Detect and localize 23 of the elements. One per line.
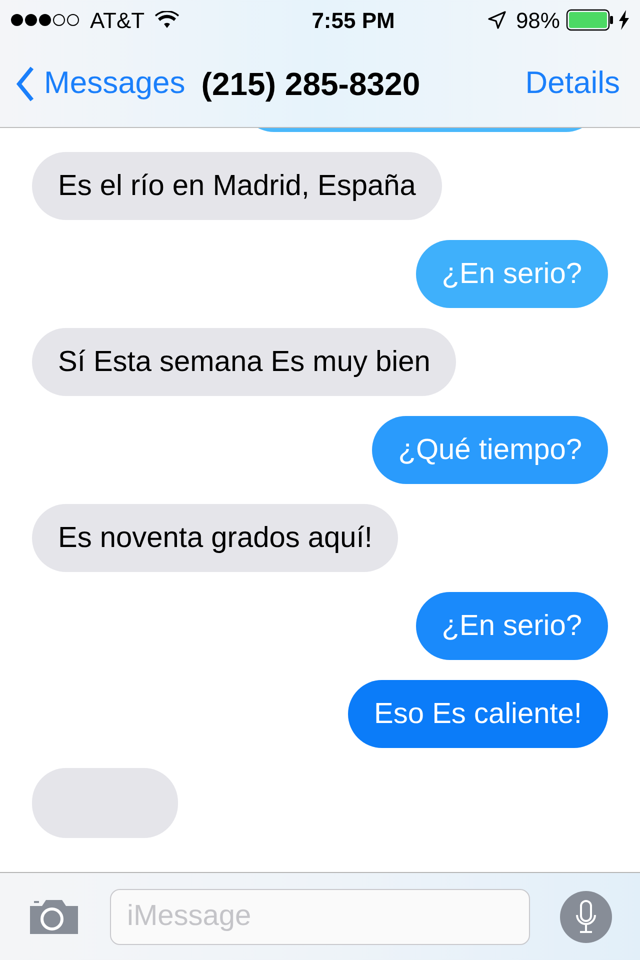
chevron-left-icon [16, 66, 34, 102]
wifi-icon [154, 11, 179, 29]
carrier-name: AT&T [90, 6, 145, 34]
message-bubble: Eso Es caliente! [348, 680, 608, 748]
camera-button[interactable] [28, 898, 80, 936]
clock-time: 7:55 PM [310, 6, 395, 34]
message-bubble: Es el río en Madrid, España [32, 152, 442, 220]
location-arrow-icon [488, 11, 506, 29]
details-button[interactable]: Details [525, 60, 620, 107]
battery-percent: 98% [516, 6, 560, 34]
message-bubble: Es noventa grados aquí! [32, 504, 398, 572]
battery-icon [566, 9, 614, 31]
microphone-button[interactable] [560, 890, 612, 942]
microphone-icon [575, 898, 597, 934]
message-bubble: ¿En serio? [416, 592, 608, 660]
message-bubble: Sí Esta semana Es muy bien [32, 328, 456, 396]
contact-title: (215) 285-8320 [201, 64, 420, 104]
camera-icon [28, 898, 80, 936]
signal-icon [10, 13, 82, 27]
message-bubble: ¿Qué tiempo? [372, 416, 608, 484]
charging-bolt-icon [618, 10, 630, 30]
back-button[interactable]: Messages [16, 60, 186, 107]
message-bubble: ¿En serio? [416, 240, 608, 308]
